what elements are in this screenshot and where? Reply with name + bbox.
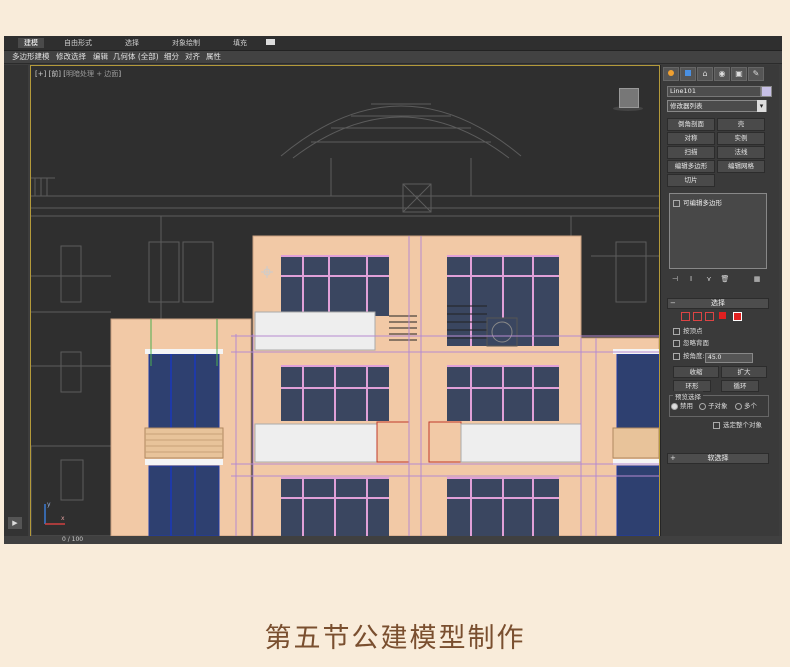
hierarchy-icon[interactable]: ⌂: [697, 67, 713, 81]
mod-btn-instance[interactable]: 实例: [717, 132, 765, 145]
tab-selection[interactable]: 选择: [125, 38, 139, 48]
building-model: [110, 235, 659, 536]
collapse-icon: −: [670, 299, 676, 307]
vertex-mode-icon[interactable]: [681, 312, 690, 321]
edge-mode-icon[interactable]: [693, 312, 702, 321]
cmd-geometry-all[interactable]: 几何体 (全部): [113, 52, 159, 62]
ribbon-tabs: 建模 自由形式 选择 对象绘制 填充: [4, 36, 782, 51]
axis-y-label: y: [47, 501, 51, 508]
rollout-soft-selection[interactable]: + 软选择: [667, 453, 769, 464]
cmd-subdivision[interactable]: 细分: [164, 52, 179, 62]
viewcube-icon[interactable]: [619, 88, 639, 108]
polygon-mode-icon[interactable]: [719, 312, 726, 319]
object-name-field[interactable]: Line101: [667, 86, 761, 97]
cmd-modify-selection[interactable]: 修改选择: [56, 52, 86, 62]
axis-tripod-icon: y x: [41, 498, 71, 532]
viewport-label-suffix: ]: [118, 70, 122, 78]
angle-spinner[interactable]: 45.0: [705, 353, 753, 363]
make-unique-icon[interactable]: ⋎: [703, 274, 715, 284]
preview-selection-label: 预览选择: [673, 391, 703, 401]
border-mode-icon[interactable]: [705, 312, 714, 321]
preview-multi-radio[interactable]: 多个: [735, 402, 757, 411]
mod-btn-edit-mesh[interactable]: 编辑网格: [717, 160, 765, 173]
preview-disabled-radio[interactable]: 禁用: [671, 402, 693, 411]
tab-freeform[interactable]: 自由形式: [64, 38, 92, 48]
shrink-button[interactable]: 收缩: [673, 366, 719, 378]
tab-populate[interactable]: 填充: [233, 38, 247, 48]
show-end-result-icon[interactable]: Ⅰ: [685, 274, 697, 284]
modify-icon[interactable]: [680, 67, 696, 81]
mod-btn-edit-poly[interactable]: 编辑多边形: [667, 160, 715, 173]
pin-stack-icon[interactable]: ⊣: [669, 274, 681, 284]
rollout-soft-selection-label: 软选择: [707, 454, 729, 462]
tab-object-paint[interactable]: 对象绘制: [172, 38, 200, 48]
left-toolbar: ▶: [4, 65, 28, 544]
stack-tools: ⊣ Ⅰ ⋎ 🗑 ▦: [669, 274, 769, 284]
front-viewport[interactable]: [+] [前] [明暗处理 + 边面] y x: [30, 65, 660, 537]
mod-btn-sweep[interactable]: 扫描: [667, 146, 715, 159]
mod-btn-bevel-profile[interactable]: 倒角剖面: [667, 118, 715, 131]
by-vertex-checkbox[interactable]: 按顶点: [673, 327, 703, 336]
cmd-edit[interactable]: 编辑: [93, 52, 108, 62]
viewport-label-prefix: [+] [前] [: [35, 70, 66, 78]
cmd-properties[interactable]: 属性: [206, 52, 221, 62]
grow-button[interactable]: 扩大: [721, 366, 767, 378]
cmd-poly-modeling[interactable]: 多边形建模: [12, 52, 50, 62]
display-icon[interactable]: ▣: [731, 67, 747, 81]
subobject-level-icons: [681, 311, 771, 321]
mod-btn-slice[interactable]: 切片: [667, 174, 715, 187]
preview-subobject-radio[interactable]: 子对象: [699, 402, 728, 411]
tab-modeling[interactable]: 建模: [18, 38, 44, 48]
expand-icon[interactable]: [673, 199, 680, 207]
status-bar: 0 / 100: [4, 536, 782, 544]
viewport-shading-mode[interactable]: 明暗处理 + 边面: [66, 70, 118, 78]
expand-icon: +: [670, 454, 676, 462]
utilities-icon[interactable]: ✎: [748, 67, 764, 81]
axis-x-label: x: [61, 515, 65, 522]
ignore-backfacing-checkbox[interactable]: 忽略背面: [673, 339, 709, 348]
mod-btn-shell[interactable]: 壳: [717, 118, 765, 131]
app-window: 建模 自由形式 选择 对象绘制 填充 多边形建模 修改选择 编辑 几何体 (全部…: [4, 36, 782, 544]
modifier-list-dropdown[interactable]: 修改器列表: [667, 100, 767, 112]
cmd-align[interactable]: 对齐: [185, 52, 200, 62]
viewport-scene: [31, 103, 659, 536]
remove-modifier-icon[interactable]: 🗑: [719, 274, 731, 284]
command-panel: ⌂ ◉ ▣ ✎ Line101 修改器列表 ▾ 倒角剖面 壳 对称 实例 扫描 …: [660, 65, 779, 541]
select-whole-object-label[interactable]: 选定整个对象: [713, 421, 762, 430]
create-icon[interactable]: [663, 67, 679, 81]
object-color-swatch[interactable]: [761, 86, 772, 97]
rollout-selection[interactable]: − 选择: [667, 298, 769, 309]
command-panel-tabs: ⌂ ◉ ▣ ✎: [663, 67, 775, 81]
stack-item-label: 可编辑多边形: [683, 199, 722, 207]
mod-btn-symmetry[interactable]: 对称: [667, 132, 715, 145]
rollout-selection-label: 选择: [711, 299, 725, 307]
viewport-label[interactable]: [+] [前] [明暗处理 + 边面]: [35, 69, 121, 79]
play-icon[interactable]: ▶: [8, 517, 22, 529]
mod-btn-normal[interactable]: 法线: [717, 146, 765, 159]
motion-icon[interactable]: ◉: [714, 67, 730, 81]
element-mode-icon[interactable]: [733, 312, 742, 321]
stack-item-editable-poly[interactable]: 可编辑多边形: [673, 197, 722, 207]
frame-counter[interactable]: 0 / 100: [62, 536, 83, 544]
page-caption: 第五节公建模型制作: [264, 623, 526, 654]
ribbon-toggle-icon[interactable]: [266, 39, 275, 45]
ribbon-commands: 多边形建模 修改选择 编辑 几何体 (全部) 细分 对齐 属性: [4, 51, 782, 64]
by-angle-checkbox[interactable]: 按角度:: [673, 352, 705, 361]
configure-sets-icon[interactable]: ▦: [751, 274, 763, 284]
dropdown-arrow-icon[interactable]: ▾: [757, 100, 766, 112]
modifier-stack[interactable]: 可编辑多边形: [669, 193, 767, 269]
loop-button[interactable]: 循环: [721, 380, 759, 392]
